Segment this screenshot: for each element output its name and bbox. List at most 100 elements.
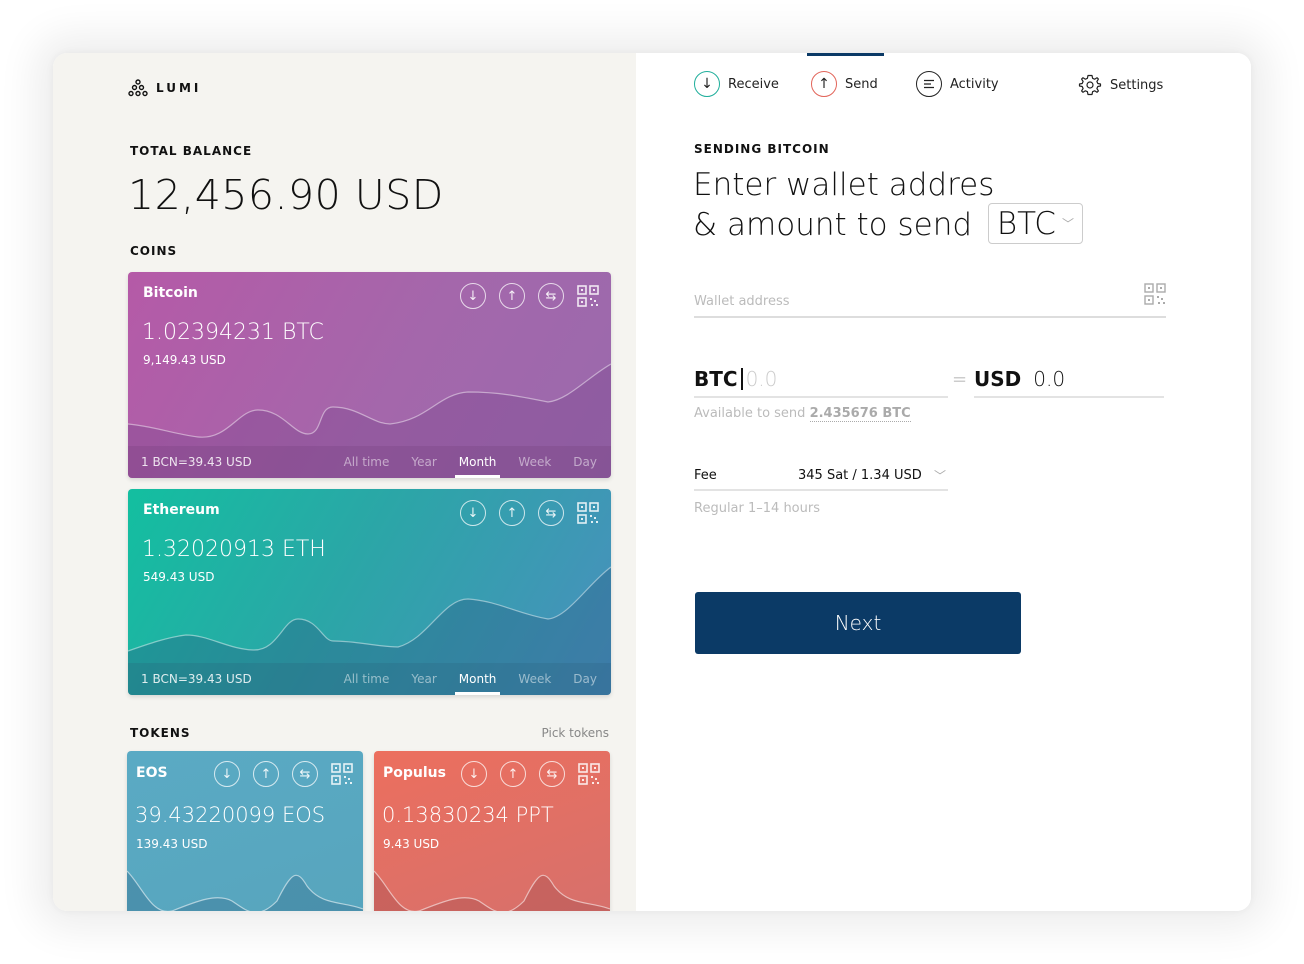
usd-amount-unit: USD	[974, 366, 1022, 391]
currency-value: BTC	[996, 205, 1056, 242]
range-tab-day[interactable]: Day	[573, 663, 597, 695]
token-usd-value: 139.43 USD	[136, 837, 208, 851]
total-balance-label: TOTAL BALANCE	[130, 144, 253, 158]
nav-send-label: Send	[845, 76, 878, 92]
nav-receive-label: Receive	[728, 76, 779, 92]
time-range-tabs: All time Year Month Week Day	[344, 663, 597, 695]
headline-line-2-text: & amount to send	[693, 207, 973, 243]
range-tab-week[interactable]: Week	[518, 663, 551, 695]
nav-receive[interactable]: ↓ Receive	[694, 71, 779, 97]
send-panel: ↓ Receive ↑ Send Activity Settings SENDI…	[636, 53, 1251, 911]
qr-code-icon[interactable]	[578, 763, 600, 785]
nav-settings[interactable]: Settings	[1078, 73, 1163, 97]
headline-line-1: Enter wallet addres	[693, 167, 995, 203]
send-icon[interactable]: ↑	[499, 283, 525, 309]
token-actions: ↓ ↑ ⇆	[461, 761, 600, 787]
list-icon	[916, 71, 942, 97]
token-name: Populus	[383, 765, 446, 781]
token-amount: 0.13830234 PPT	[382, 803, 554, 827]
active-tab-indicator	[807, 53, 884, 56]
currency-dropdown[interactable]: BTC ﹀	[987, 203, 1083, 244]
app-window: LUMI TOTAL BALANCE 12,456.90 USD COINS B…	[53, 53, 1251, 911]
token-usd-value: 9.43 USD	[383, 837, 440, 851]
nav-settings-label: Settings	[1110, 77, 1164, 93]
wallet-address-field	[694, 283, 1166, 318]
send-icon[interactable]: ↑	[499, 500, 525, 526]
arrow-down-icon: ↓	[694, 71, 720, 97]
coin-amount: 1.02394231 BTC	[142, 320, 324, 345]
coin-amount: 1.32020913 ETH	[142, 537, 326, 562]
coin-actions: ↓ ↑ ⇆	[460, 283, 599, 309]
total-balance-value: 12,456.90 USD	[128, 171, 444, 219]
top-navigation: ↓ Receive ↑ Send Activity Settings	[636, 53, 1251, 113]
exchange-rate: 1 BCN=39.43 USD	[141, 672, 252, 686]
btc-amount-placeholder: 0.0	[745, 366, 778, 391]
range-tab-year[interactable]: Year	[411, 663, 436, 695]
exchange-rate: 1 BCN=39.43 USD	[141, 455, 252, 469]
text-caret	[740, 367, 743, 390]
qr-code-icon[interactable]	[1144, 283, 1166, 305]
tokens-section-label: TOKENS	[130, 726, 191, 740]
available-amount-link[interactable]: 2.435676 BTC	[809, 406, 911, 422]
exchange-icon[interactable]: ⇆	[539, 761, 565, 787]
fee-value: 345 Sat / 1.34 USD	[798, 467, 922, 483]
range-tab-year[interactable]: Year	[411, 446, 436, 478]
coin-usd-value: 9,149.43 USD	[143, 353, 226, 367]
equals-sign: =	[952, 369, 968, 390]
exchange-icon[interactable]: ⇆	[538, 500, 564, 526]
pick-tokens-link[interactable]: Pick tokens	[542, 726, 609, 740]
range-tab-day[interactable]: Day	[573, 446, 597, 478]
receive-icon[interactable]: ↓	[461, 761, 487, 787]
coin-name: Ethereum	[143, 502, 220, 518]
range-tab-all-time[interactable]: All time	[344, 446, 390, 478]
coin-card-footer: 1 BCN=39.43 USD All time Year Month Week…	[128, 446, 611, 478]
coin-name: Bitcoin	[143, 285, 198, 301]
btc-amount-unit: BTC	[694, 366, 738, 391]
range-tab-week[interactable]: Week	[518, 446, 551, 478]
coin-card-ethereum[interactable]: Ethereum 1.32020913 ETH 549.43 USD ↓ ↑ ⇆	[128, 489, 611, 695]
range-tab-month[interactable]: Month	[454, 446, 500, 478]
headline-line-2: & amount to send BTC ﹀	[693, 203, 1083, 247]
usd-amount-field[interactable]: USD 0.0	[974, 361, 1164, 398]
time-range-tabs: All time Year Month Week Day	[344, 446, 597, 478]
arrow-up-icon: ↑	[811, 71, 837, 97]
eos-chart-area	[127, 871, 363, 911]
coin-card-bitcoin[interactable]: Bitcoin 1.02394231 BTC 9,149.43 USD ↓ ↑ …	[128, 272, 611, 478]
exchange-icon[interactable]: ⇆	[538, 283, 564, 309]
logo-text: LUMI	[156, 81, 202, 95]
receive-icon[interactable]: ↓	[214, 761, 240, 787]
send-icon[interactable]: ↑	[253, 761, 279, 787]
lumi-logo-icon	[128, 79, 148, 97]
qr-code-icon[interactable]	[577, 285, 599, 307]
available-to-send: Available to send 2.435676 BTC	[694, 406, 911, 422]
qr-code-icon[interactable]	[577, 502, 599, 524]
chevron-down-icon: ﹀	[1061, 216, 1074, 231]
fee-dropdown[interactable]: Fee 345 Sat / 1.34 USD ﹀	[694, 461, 948, 491]
receive-icon[interactable]: ↓	[460, 283, 486, 309]
send-icon[interactable]: ↑	[500, 761, 526, 787]
gear-icon	[1078, 74, 1102, 96]
receive-icon[interactable]: ↓	[460, 500, 486, 526]
wallet-address-input[interactable]	[694, 283, 1114, 313]
next-button[interactable]: Next	[695, 592, 1021, 654]
coin-actions: ↓ ↑ ⇆	[460, 500, 599, 526]
token-card-populus[interactable]: Populus 0.13830234 PPT 9.43 USD ↓ ↑ ⇆	[374, 751, 610, 911]
wallet-overview-panel: LUMI TOTAL BALANCE 12,456.90 USD COINS B…	[53, 53, 636, 911]
nav-activity[interactable]: Activity	[916, 71, 999, 97]
token-card-eos[interactable]: EOS 39.43220099 EOS 139.43 USD ↓ ↑ ⇆	[127, 751, 363, 911]
exchange-icon[interactable]: ⇆	[292, 761, 318, 787]
qr-code-icon[interactable]	[331, 763, 353, 785]
logo: LUMI	[128, 79, 201, 97]
populus-chart-area	[374, 871, 610, 911]
available-label: Available to send	[694, 406, 806, 421]
chevron-down-icon: ﹀	[933, 468, 946, 483]
btc-amount-field[interactable]: BTC 0.0	[694, 361, 948, 398]
range-tab-all-time[interactable]: All time	[344, 663, 390, 695]
nav-send[interactable]: ↑ Send	[811, 71, 878, 97]
token-amount: 39.43220099 EOS	[135, 803, 326, 827]
nav-activity-label: Activity	[950, 76, 999, 92]
send-headline: Enter wallet addres & amount to send BTC…	[693, 165, 1083, 247]
sending-section-label: SENDING BITCOIN	[694, 142, 830, 156]
range-tab-month[interactable]: Month	[454, 663, 500, 695]
coin-card-footer: 1 BCN=39.43 USD All time Year Month Week…	[128, 663, 611, 695]
